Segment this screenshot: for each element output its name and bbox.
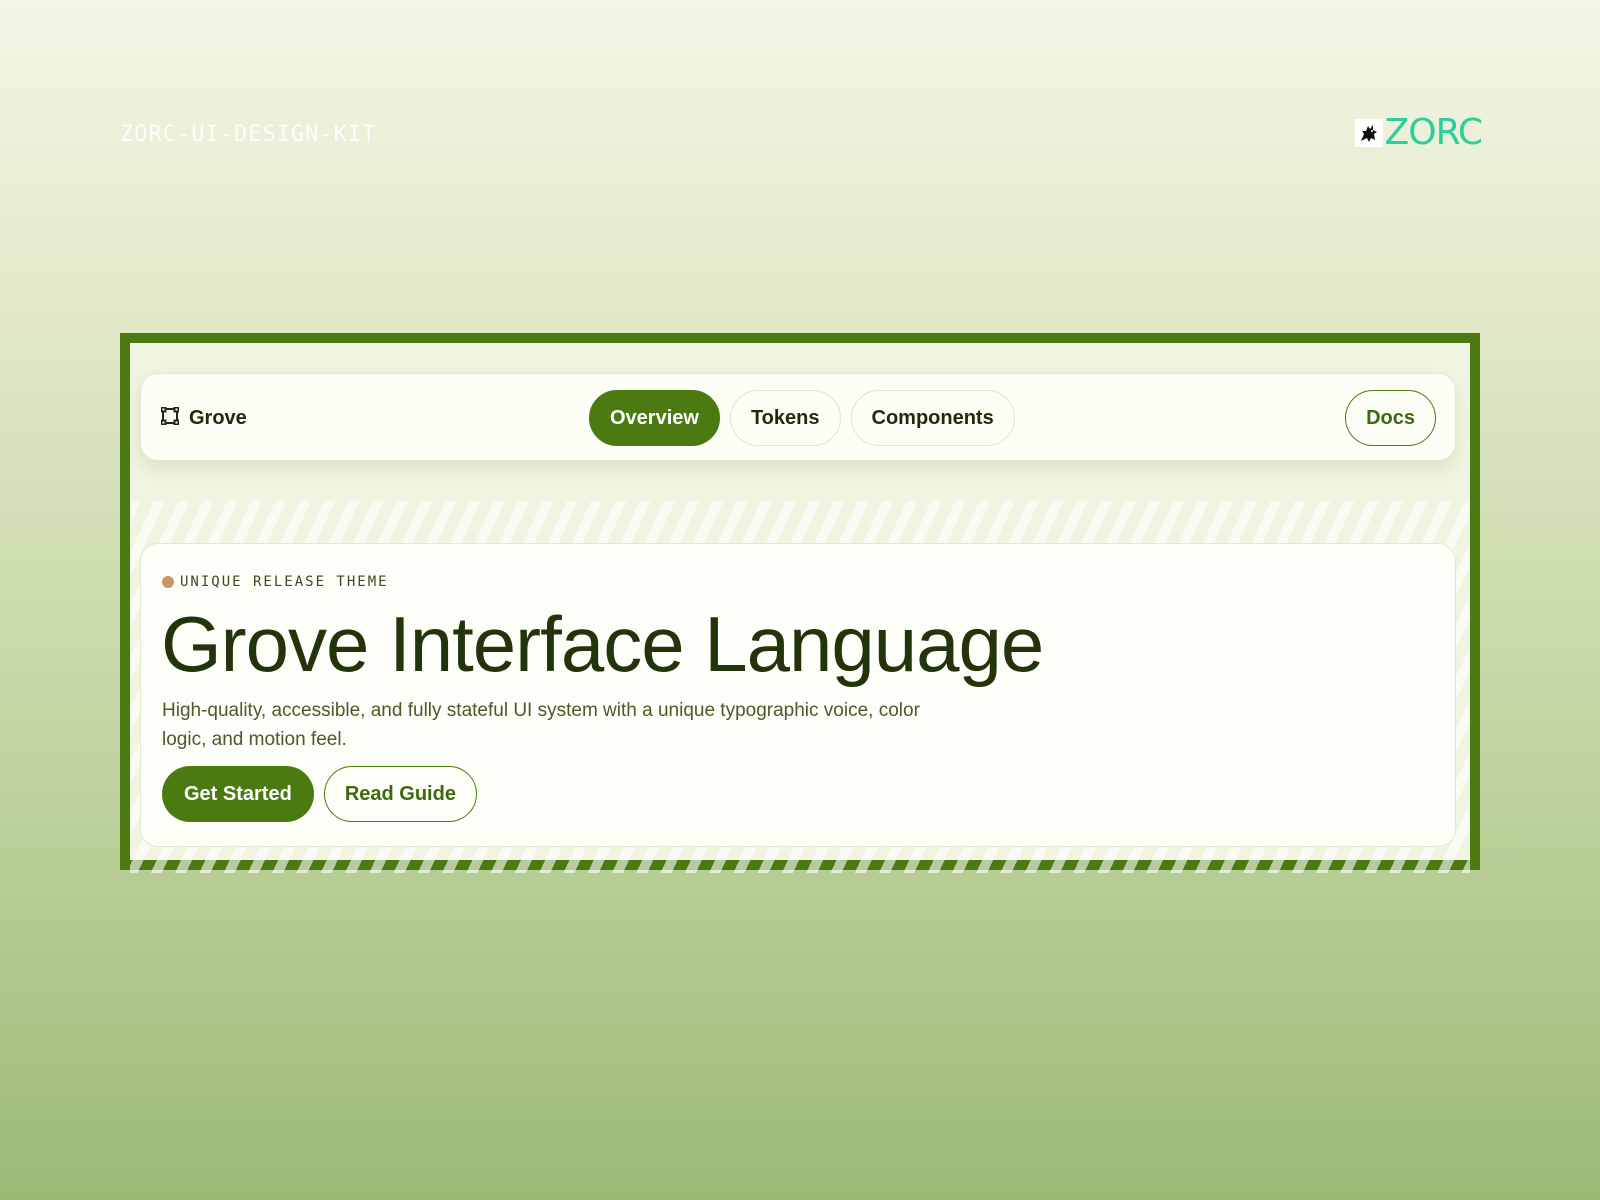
hero-actions: Get Started Read Guide [162, 766, 477, 822]
frame-corners-icon [160, 406, 180, 430]
docs-button[interactable]: Docs [1345, 390, 1436, 446]
hero-description: High-quality, accessible, and fully stat… [162, 700, 920, 750]
wolf-mascot-icon [1354, 119, 1383, 147]
preview-frame: Grove Overview Tokens Components Docs UN… [120, 333, 1480, 873]
read-guide-button[interactable]: Read Guide [323, 766, 477, 822]
tab-overview[interactable]: Overview [589, 390, 720, 446]
app-logo-label: Grove [189, 406, 247, 429]
kit-label: ZORC-UI-DESIGN-KIT [120, 122, 377, 147]
tab-components[interactable]: Components [850, 390, 1015, 446]
tab-tokens[interactable]: Tokens [729, 390, 841, 446]
eyebrow-text: UNIQUE RELEASE THEME [180, 574, 389, 590]
brand-logo: ZORC [1354, 112, 1483, 153]
hero-card: UNIQUE RELEASE THEME Grove Interface Lan… [140, 543, 1456, 847]
brand-name: ZORC [1384, 112, 1483, 153]
top-navbar: Grove Overview Tokens Components Docs [140, 373, 1456, 461]
eyebrow: UNIQUE RELEASE THEME [162, 574, 389, 590]
hero-title: Grove Interface Language [161, 600, 1044, 688]
status-dot-icon [162, 576, 174, 588]
nav-tabs: Overview Tokens Components [589, 390, 1015, 446]
app-logo[interactable]: Grove [160, 374, 247, 462]
get-started-button[interactable]: Get Started [162, 766, 314, 822]
